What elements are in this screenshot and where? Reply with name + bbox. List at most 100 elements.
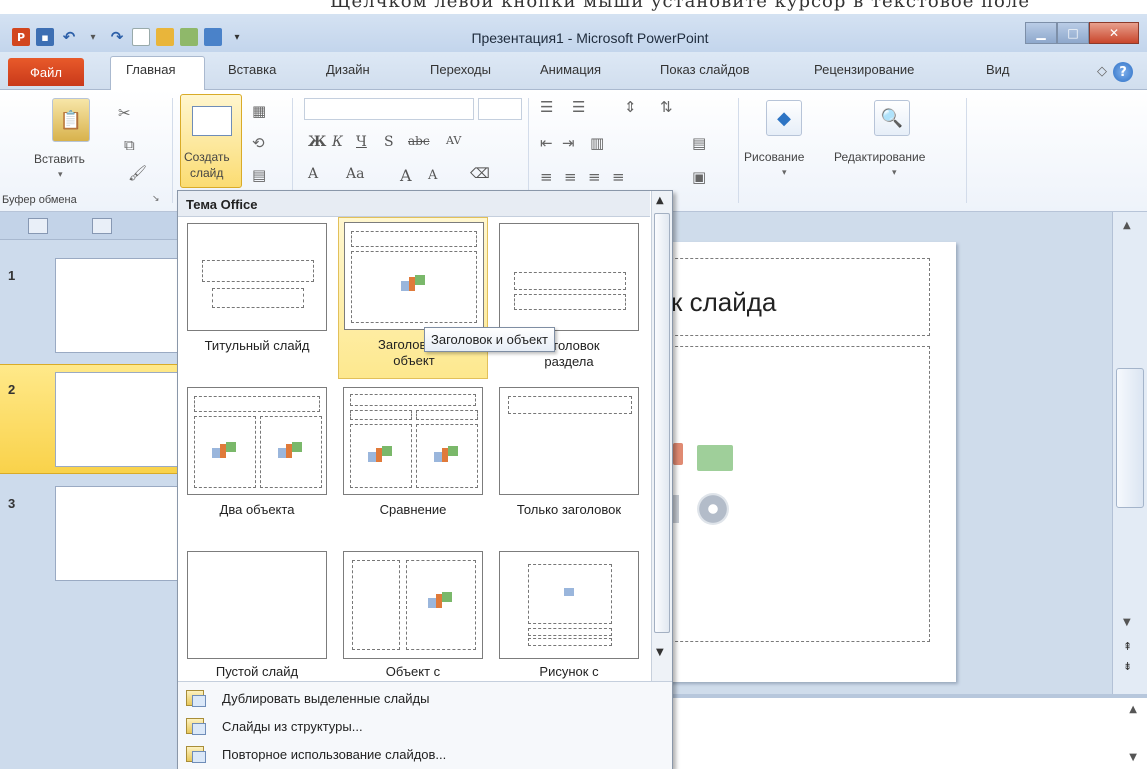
tab-view[interactable]: Вид [986,62,1010,77]
drawing-dropdown-icon[interactable]: ▾ [782,168,787,178]
paste-icon[interactable]: 📋 [52,98,90,142]
bold-icon[interactable]: Ж [308,134,326,150]
insert-chart-icon[interactable] [673,443,683,465]
line-spacing-icon[interactable]: ⇕ [624,98,637,116]
text-case-icon[interactable]: A [308,166,318,182]
align-text-icon[interactable]: ▤ [692,134,706,152]
align-center-icon[interactable]: ≡ [564,168,577,186]
slide-thumbnail-1[interactable] [55,258,180,353]
reset-icon[interactable]: ⟲ [252,134,265,152]
notes-pane[interactable]: ▲ ▼ [660,694,1147,769]
gallery-scroll-down-icon[interactable]: ▼ [656,647,664,658]
undo-icon[interactable]: ↶ [60,28,78,46]
gallery-scrollbar[interactable]: ▲ ▼ [651,191,672,681]
print-preview-icon[interactable] [180,28,198,46]
open-folder-icon[interactable] [156,28,174,46]
scroll-up-icon[interactable]: ▲ [1123,220,1131,231]
bullets-icon[interactable]: ☰ [540,98,553,116]
layout-title-only[interactable]: Только заголовок [494,383,644,543]
char-spacing-icon[interactable]: AV [446,134,461,147]
editing-button[interactable]: Редактирование [834,150,925,164]
tab-home[interactable]: Главная [126,62,175,77]
columns-icon[interactable]: ▥ [590,134,604,152]
copy-icon[interactable]: ⧉ [124,136,135,154]
notes-scroll-up-icon[interactable]: ▲ [1129,704,1137,715]
scroll-down-icon[interactable]: ▼ [1123,617,1131,628]
slides-tab-icon[interactable] [28,218,48,234]
slideshow-icon[interactable] [204,28,222,46]
format-painter-icon[interactable]: 🖌 [128,164,147,182]
layout-title-and-content[interactable]: Заголовок и объект [338,217,488,379]
customize-qat-icon[interactable]: ▾ [228,28,246,46]
help-icon[interactable]: ? [1113,62,1133,82]
layout-two-content[interactable]: Два объекта [182,383,332,543]
powerpoint-logo-icon[interactable]: P [12,28,30,46]
font-name-combobox[interactable] [304,98,474,120]
layout-section-header[interactable]: Заголовок раздела [494,219,644,379]
tab-animation[interactable]: Анимация [540,62,601,77]
close-button[interactable]: ✕ [1089,22,1139,44]
clear-format-icon[interactable]: ⌫ [470,166,490,182]
vertical-scrollbar[interactable]: ▲ ▼ ⇞ ⇟ [1112,212,1147,694]
paste-dropdown-icon[interactable]: ▾ [58,170,63,180]
slide-thumbnail-3[interactable] [55,486,180,581]
save-icon[interactable]: ▪ [36,28,54,46]
editing-dropdown-icon[interactable]: ▾ [892,168,897,178]
tab-transitions[interactable]: Переходы [430,62,491,77]
tab-design[interactable]: Дизайн [326,62,370,77]
layout-comparison[interactable]: Сравнение [338,383,488,543]
slide-thumbnail-2[interactable] [55,372,180,467]
section-icon[interactable]: ▤ [252,166,266,184]
paste-label[interactable]: Вставить [34,152,85,166]
grow-font-icon[interactable]: A [400,166,412,185]
layout-content-with-caption[interactable]: Объект с [338,547,488,681]
drawing-shapes-icon[interactable]: ◆ [766,100,802,136]
insert-media-icon[interactable] [697,493,729,525]
reuse-slides-command[interactable]: Повторное использование слайдов... [186,742,446,766]
minimize-ribbon-icon[interactable]: ◇ [1097,64,1107,79]
binoculars-icon[interactable]: 🔍 [874,100,910,136]
numbering-icon[interactable]: ☰ [572,98,585,116]
slides-from-outline-command[interactable]: Слайды из структуры... [186,714,363,738]
gallery-scroll-thumb[interactable] [654,213,670,633]
cut-icon[interactable]: ✂ [118,104,131,122]
layout-blank[interactable]: Пустой слайд [182,547,332,681]
layout-title-slide[interactable]: Титульный слайд [182,219,332,379]
italic-icon[interactable]: К [332,134,343,150]
title-placeholder[interactable]: к слайда [660,258,930,336]
next-slide-icon[interactable]: ⇟ [1123,660,1132,673]
layout-icon[interactable]: ▦ [252,102,266,120]
align-right-icon[interactable]: ≡ [588,168,601,186]
insert-smartart-icon[interactable] [697,445,733,471]
scroll-thumb[interactable] [1116,368,1144,508]
duplicate-slides-command[interactable]: Дублировать выделенные слайды [186,686,429,710]
shadow-icon[interactable]: S [384,134,394,150]
layout-picture-with-caption[interactable]: Рисунок с [494,547,644,681]
increase-indent-icon[interactable]: ⇥ [562,134,575,152]
justify-icon[interactable]: ≡ [612,168,625,186]
decrease-indent-icon[interactable]: ⇤ [540,134,553,152]
gallery-scroll-up-icon[interactable]: ▲ [656,195,664,206]
maximize-button[interactable]: □ [1057,22,1089,44]
tab-file[interactable]: Файл [8,58,84,86]
undo-dropdown-icon[interactable]: ▾ [84,28,102,46]
smartart-icon[interactable]: ▣ [692,168,706,186]
align-left-icon[interactable]: ≡ [540,168,553,186]
font-size-combobox[interactable] [478,98,522,120]
content-placeholder[interactable] [660,346,930,642]
change-case-icon[interactable]: Aa [346,166,364,182]
tab-slideshow[interactable]: Показ слайдов [660,62,750,77]
tab-insert[interactable]: Вставка [228,62,276,77]
minimize-button[interactable]: ▁ [1025,22,1057,44]
underline-icon[interactable]: Ч [356,134,367,150]
outline-tab-icon[interactable] [92,218,112,234]
shrink-font-icon[interactable]: A [428,168,437,183]
redo-icon[interactable]: ↷ [108,28,126,46]
tab-review[interactable]: Рецензирование [814,62,914,77]
new-file-icon[interactable] [132,28,150,46]
strikethrough-icon[interactable]: abc [408,134,430,148]
notes-scroll-down-icon[interactable]: ▼ [1129,752,1137,763]
drawing-button[interactable]: Рисование [744,150,804,164]
previous-slide-icon[interactable]: ⇞ [1123,640,1132,653]
clipboard-launcher-icon[interactable]: ↘ [152,194,160,204]
